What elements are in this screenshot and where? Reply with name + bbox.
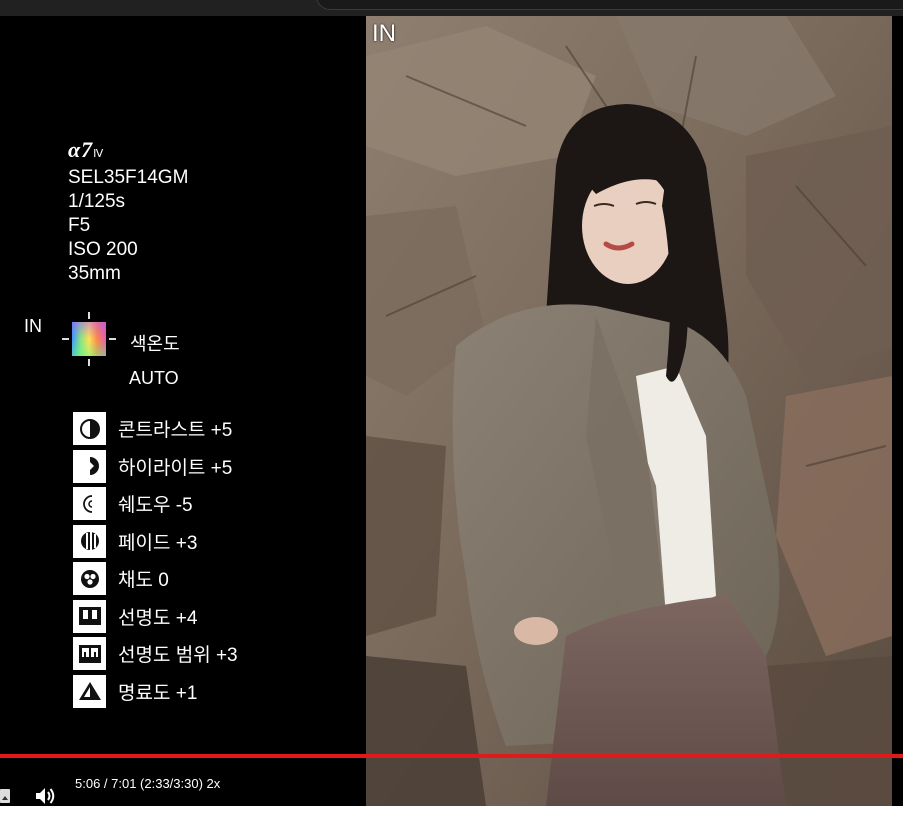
page-bottom xyxy=(0,806,903,818)
adjustment-label: 선명도 범위 +3 xyxy=(118,645,238,667)
video-player-frame: α7Ⅳ SEL35F14GM 1/125s F5 ISO 200 35mm IN… xyxy=(0,0,903,818)
adjustment-label: 채도 0 xyxy=(118,570,169,592)
sharpness-range-icon xyxy=(73,637,106,671)
list-item: 쉐도우 -5 xyxy=(73,485,238,523)
wb-tick-top xyxy=(88,312,90,319)
wb-tick-right xyxy=(109,338,116,340)
fade-icon xyxy=(73,524,106,558)
browser-top-strip xyxy=(0,0,903,16)
list-item: 하이라이트 +5 xyxy=(73,448,238,486)
adjustment-label: 콘트라스트 +5 xyxy=(118,420,233,442)
photo-illustration xyxy=(366,16,892,806)
shadow-icon xyxy=(73,487,106,521)
progress-bar[interactable] xyxy=(0,754,903,758)
camera-settings-panel: α7Ⅳ SEL35F14GM 1/125s F5 ISO 200 35mm xyxy=(68,138,188,286)
wb-tick-left xyxy=(62,338,69,340)
wb-tick-bottom xyxy=(88,359,90,366)
adjustment-label: 명료도 +1 xyxy=(118,682,198,704)
picture-profile-list: 콘트라스트 +5 하이라이트 +5 쉐도우 -5 페이드 +3 채도 0 선명도… xyxy=(73,410,238,710)
list-item: 선명도 범위 +3 xyxy=(73,635,238,673)
photo-corner-label: IN xyxy=(372,20,396,47)
miniplayer-icon[interactable] xyxy=(0,788,12,803)
aperture: F5 xyxy=(68,215,91,236)
adjustment-label: 선명도 +4 xyxy=(118,607,198,629)
list-item: 명료도 +1 xyxy=(73,673,238,711)
list-item: 페이드 +3 xyxy=(73,523,238,561)
list-item: 채도 0 xyxy=(73,560,238,598)
focal-length: 35mm xyxy=(68,263,121,284)
lens-model: SEL35F14GM xyxy=(68,167,189,188)
time-display: 5:06 / 7:01 (2:33/3:30) 2x xyxy=(75,776,221,791)
list-item: 콘트라스트 +5 xyxy=(73,410,238,448)
wb-side-label: IN xyxy=(24,316,42,336)
highlight-icon xyxy=(73,449,106,483)
sharpness-icon xyxy=(73,599,106,633)
camera-model: α7Ⅳ xyxy=(68,137,105,162)
saturation-icon xyxy=(73,562,106,596)
adjustment-label: 쉐도우 -5 xyxy=(118,495,193,517)
color-grid-icon xyxy=(72,322,106,356)
wb-value: AUTO xyxy=(129,368,179,388)
wb-title: 색온도 xyxy=(130,334,180,354)
shutter-speed: 1/125s xyxy=(68,191,126,212)
adjustment-label: 하이라이트 +5 xyxy=(118,457,233,479)
sample-photo xyxy=(366,16,892,806)
contrast-icon xyxy=(73,412,106,446)
clarity-icon xyxy=(73,674,106,708)
address-bar[interactable] xyxy=(316,0,903,10)
list-item: 선명도 +4 xyxy=(73,598,238,636)
iso: ISO 200 xyxy=(68,239,138,260)
video-area[interactable]: α7Ⅳ SEL35F14GM 1/125s F5 ISO 200 35mm IN… xyxy=(0,16,903,806)
volume-icon[interactable] xyxy=(34,786,58,806)
adjustment-label: 페이드 +3 xyxy=(118,532,198,554)
